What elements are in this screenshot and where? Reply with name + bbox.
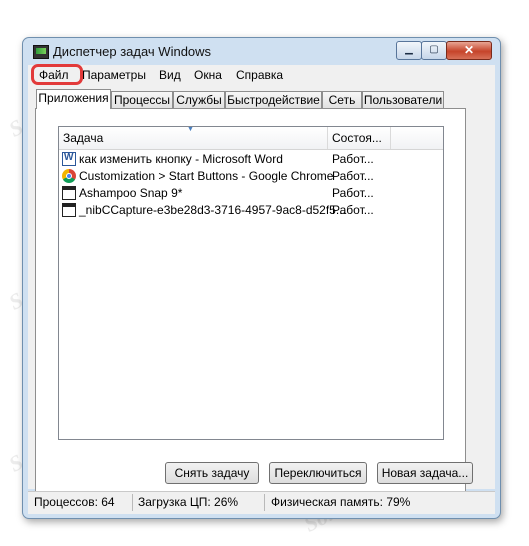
task-status: Работ...	[332, 186, 374, 200]
task-manager-icon	[33, 45, 49, 59]
end-task-button[interactable]: Снять задачу	[165, 462, 259, 484]
client-area: Приложения Процессы Службы Быстродействи…	[28, 85, 495, 495]
table-row[interactable]: как изменить кнопку - Microsoft Word Раб…	[59, 151, 443, 167]
window-icon	[62, 203, 76, 217]
close-button[interactable]: ✕	[446, 41, 492, 60]
task-manager-window: Диспетчер задач Windows ▁ ▢ ✕ Файл Парам…	[22, 37, 501, 519]
column-task-label: Задача	[63, 131, 104, 145]
tab-processes[interactable]: Процессы	[111, 91, 173, 108]
table-row[interactable]: Customization > Start Buttons - Google C…	[59, 168, 443, 184]
tab-users[interactable]: Пользователи	[362, 91, 444, 108]
tab-performance[interactable]: Быстродействие	[225, 91, 322, 108]
title-bar[interactable]: Диспетчер задач Windows ▁ ▢ ✕	[23, 38, 500, 64]
column-header-status[interactable]: Состоя...	[328, 127, 391, 149]
tab-network[interactable]: Сеть	[322, 91, 362, 108]
table-row[interactable]: Ashampoo Snap 9* Работ...	[59, 185, 443, 201]
window-title: Диспетчер задач Windows	[53, 44, 212, 59]
task-name: Ashampoo Snap 9*	[79, 186, 183, 200]
applications-panel: ▼ Задача Состоя... как изменить кнопку -…	[35, 108, 473, 495]
maximize-button[interactable]: ▢	[421, 41, 447, 60]
status-separator	[264, 494, 265, 511]
tab-services[interactable]: Службы	[173, 91, 225, 108]
status-separator	[132, 494, 133, 511]
task-list[interactable]: ▼ Задача Состоя... как изменить кнопку -…	[58, 126, 444, 440]
minimize-button[interactable]: ▁	[396, 41, 422, 60]
task-status: Работ...	[332, 152, 374, 166]
chrome-icon	[62, 169, 76, 183]
new-task-button[interactable]: Новая задача...	[377, 462, 473, 484]
task-name: как изменить кнопку - Microsoft Word	[79, 152, 283, 166]
task-status: Работ...	[332, 203, 374, 217]
menu-view[interactable]: Вид	[159, 68, 181, 82]
sort-arrow-icon: ▼	[187, 126, 194, 133]
menu-bar: Файл Параметры Вид Окна Справка	[28, 64, 495, 85]
column-status-label: Состоя...	[332, 131, 382, 145]
menu-windows[interactable]: Окна	[194, 68, 222, 82]
status-processes: Процессов: 64	[34, 495, 115, 509]
status-cpu: Загрузка ЦП: 26%	[138, 495, 239, 509]
task-status: Работ...	[332, 169, 374, 183]
status-memory: Физическая память: 79%	[271, 495, 411, 509]
switch-to-button[interactable]: Переключиться	[269, 462, 367, 484]
status-bar: Процессов: 64 Загрузка ЦП: 26% Физическа…	[28, 491, 495, 514]
task-name: Customization > Start Buttons - Google C…	[79, 169, 334, 183]
column-header-task[interactable]: ▼ Задача	[59, 126, 328, 149]
menu-help[interactable]: Справка	[236, 68, 283, 82]
file-menu-highlight	[31, 64, 83, 85]
task-name: _nibCCapture-e3be28d3-3716-4957-9ac8-d52…	[79, 203, 346, 217]
tab-applications[interactable]: Приложения	[36, 89, 111, 109]
window-icon	[62, 186, 76, 200]
list-header: ▼ Задача Состоя...	[59, 126, 443, 150]
menu-options[interactable]: Параметры	[82, 68, 146, 82]
word-icon	[62, 152, 76, 166]
table-row[interactable]: _nibCCapture-e3be28d3-3716-4957-9ac8-d52…	[59, 202, 443, 218]
